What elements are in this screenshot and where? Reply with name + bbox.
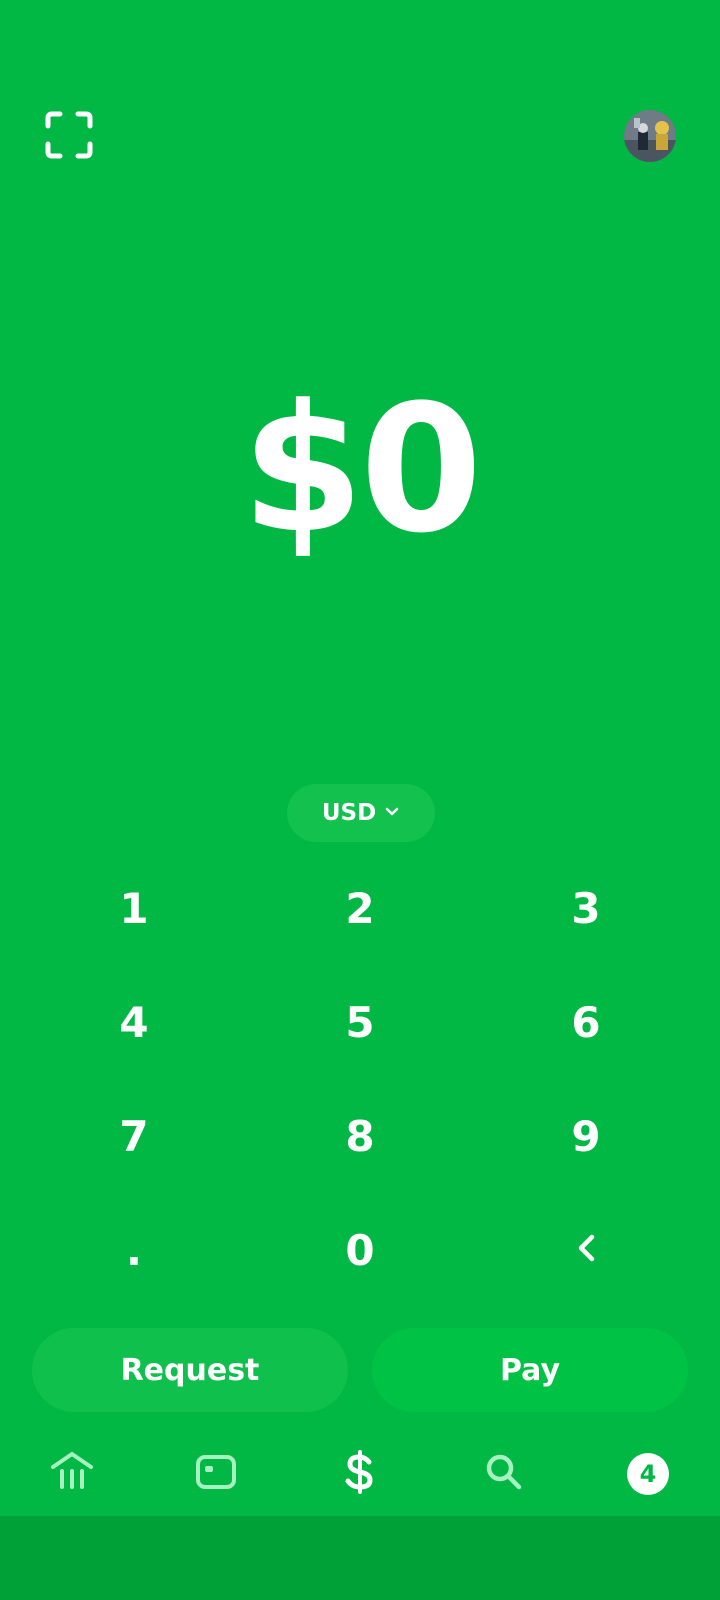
request-button[interactable]: Request [32, 1328, 348, 1412]
chevron-down-icon [384, 800, 400, 826]
tab-activity[interactable]: 4 [608, 1432, 688, 1516]
key-6[interactable]: 6 [506, 972, 666, 1072]
chevron-left-icon [573, 1226, 599, 1275]
tab-banking[interactable] [32, 1432, 112, 1516]
scan-icon[interactable] [44, 110, 94, 160]
currency-label: USD [321, 800, 377, 826]
profile-avatar[interactable] [624, 110, 676, 162]
tab-pay[interactable] [320, 1432, 400, 1516]
key-2[interactable]: 2 [280, 858, 440, 958]
backspace-key[interactable] [506, 1200, 666, 1300]
system-navigation-bar [0, 1516, 720, 1600]
currency-selector[interactable]: USD [287, 784, 435, 842]
key-decimal[interactable]: . [54, 1200, 214, 1300]
tab-card[interactable] [176, 1432, 256, 1516]
key-5[interactable]: 5 [280, 972, 440, 1072]
cash-app-keypad-screen: $0 USD 1 2 3 4 5 6 7 8 9 . 0 Request Pay… [0, 0, 720, 1600]
pay-button[interactable]: Pay [372, 1328, 688, 1412]
tab-search[interactable] [464, 1432, 544, 1516]
dollar-icon [337, 1449, 383, 1499]
key-1[interactable]: 1 [54, 858, 214, 958]
key-9[interactable]: 9 [506, 1086, 666, 1186]
key-8[interactable]: 8 [280, 1086, 440, 1186]
bank-icon [49, 1449, 95, 1499]
search-icon [481, 1449, 527, 1499]
activity-badge: 4 [627, 1453, 669, 1495]
amount-display: $0 [241, 367, 483, 572]
key-7[interactable]: 7 [54, 1086, 214, 1186]
key-4[interactable]: 4 [54, 972, 214, 1072]
key-3[interactable]: 3 [506, 858, 666, 958]
key-0[interactable]: 0 [280, 1200, 440, 1300]
bottom-tab-bar: 4 [0, 1432, 720, 1516]
card-icon [193, 1449, 239, 1499]
